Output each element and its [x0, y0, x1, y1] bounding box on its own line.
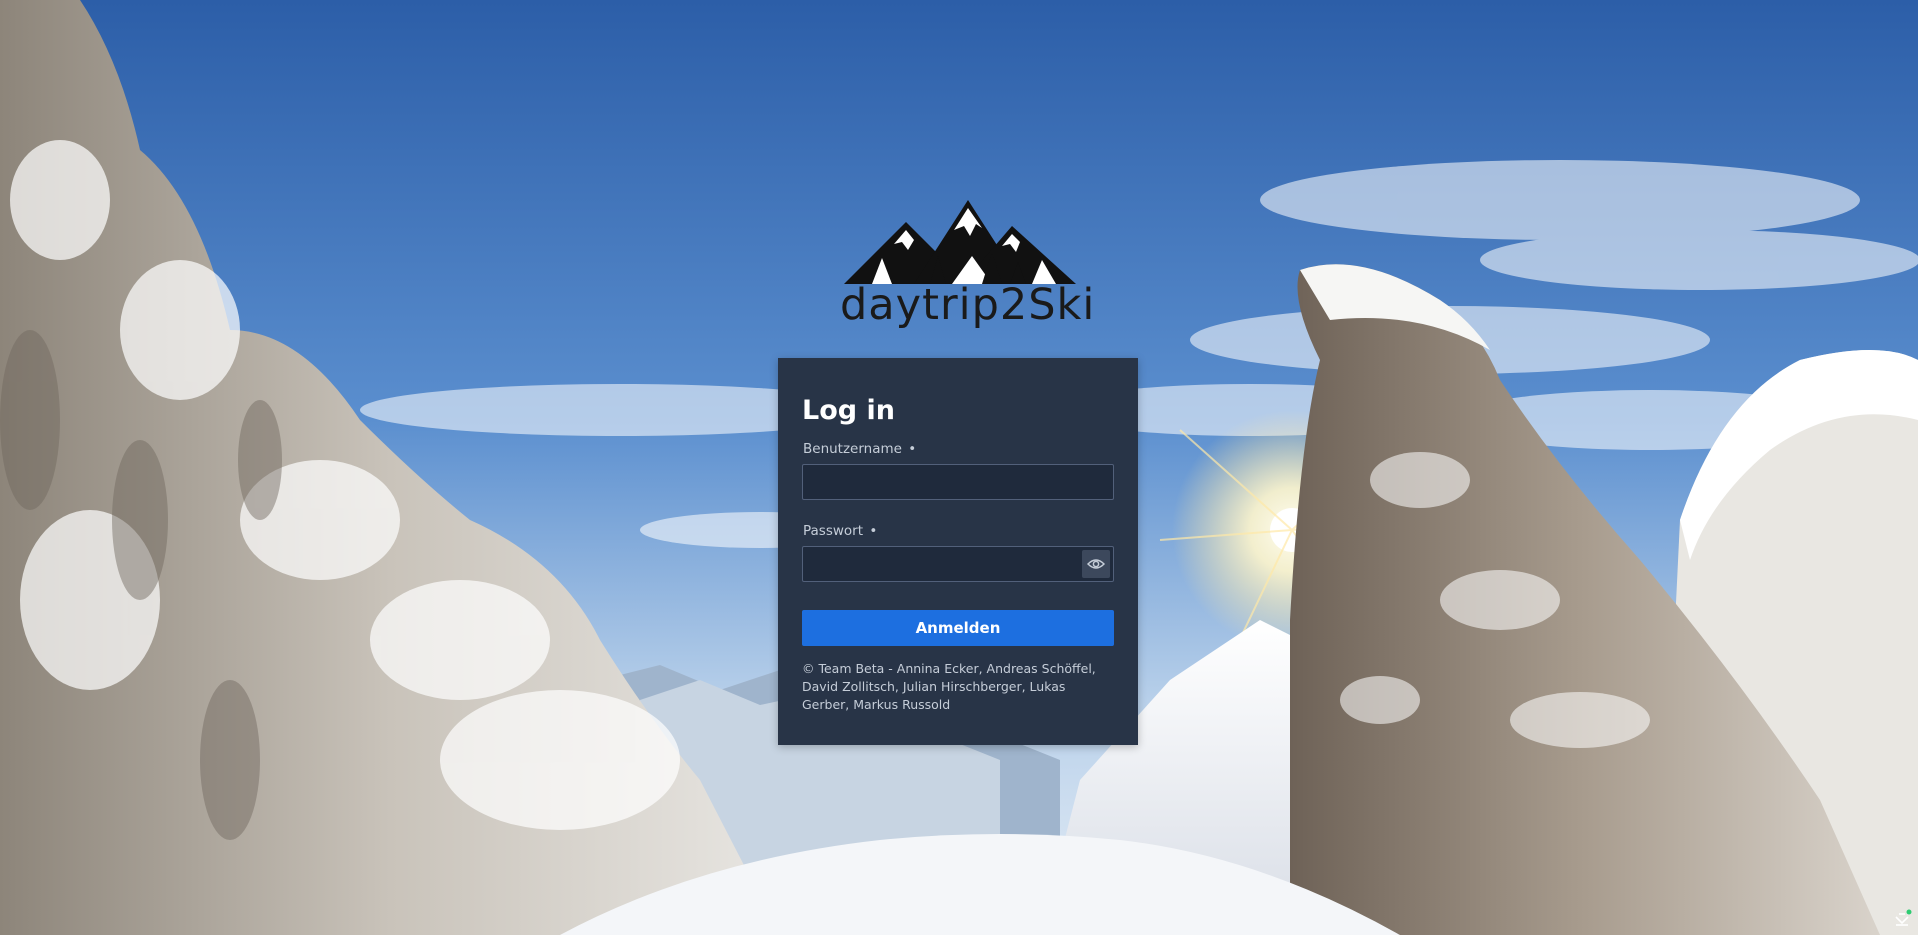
login-submit-button[interactable]: Anmelden: [802, 610, 1114, 646]
corner-menu-button[interactable]: [1892, 909, 1912, 929]
toggle-password-visibility-button[interactable]: [1082, 550, 1110, 578]
mountains-logo-icon: [844, 200, 1076, 284]
brand-name: daytrip2Ski: [840, 280, 1096, 330]
brand-logo: daytrip2Ski: [840, 196, 1096, 336]
username-group: Benutzername •: [802, 440, 1114, 500]
login-card: Log in Benutzername • Passwort • Anmelde…: [778, 358, 1138, 745]
copyright-text: © Team Beta - Annina Ecker, Andreas Schö…: [802, 661, 1096, 712]
required-marker: •: [869, 523, 878, 539]
required-marker: •: [908, 441, 917, 457]
username-input[interactable]: [802, 464, 1114, 500]
password-label-text: Passwort: [803, 523, 864, 539]
username-label-text: Benutzername: [803, 441, 902, 457]
chevron-down-icon: [1895, 909, 1912, 926]
eye-icon: [1087, 559, 1105, 569]
password-wrapper: [802, 546, 1114, 582]
username-label: Benutzername •: [803, 440, 1114, 458]
password-group: Passwort •: [802, 522, 1114, 582]
password-input[interactable]: [802, 546, 1114, 582]
password-label: Passwort •: [803, 522, 1114, 540]
login-title: Log in: [802, 395, 895, 426]
